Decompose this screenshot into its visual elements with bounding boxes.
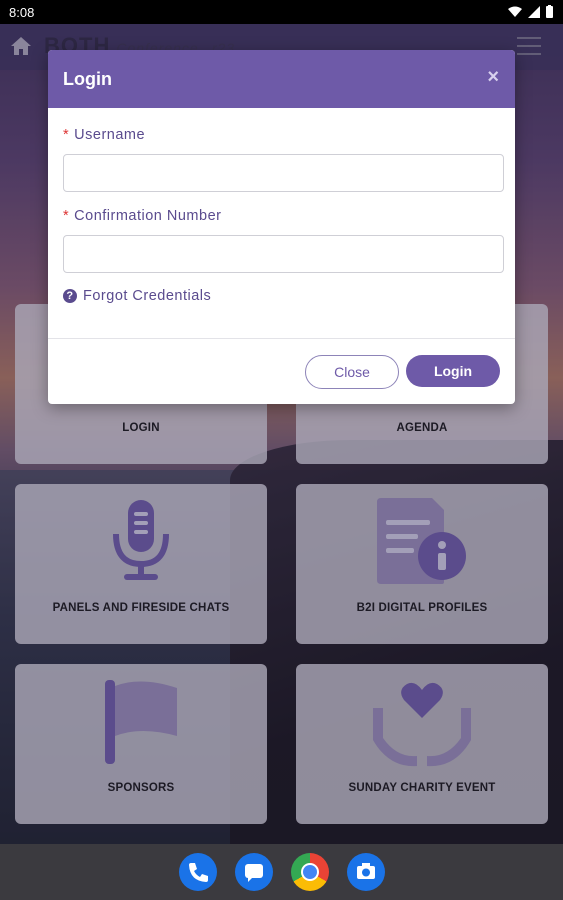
flag-icon [105,680,177,764]
username-input[interactable] [63,154,504,192]
confirmation-number-input[interactable] [63,235,504,273]
chrome-app-icon[interactable] [291,853,329,891]
battery-icon [546,5,553,18]
tile-label: PANELS AND FIRESIDE CHATS [52,602,230,614]
camera-app-icon[interactable] [347,853,385,891]
microphone-icon [113,500,169,580]
status-bar: 8:08 [0,0,563,24]
heart-hands-icon [373,682,471,767]
tile-sponsors[interactable]: SPONSORS [15,664,267,824]
close-icon[interactable]: × [487,66,499,89]
tile-panels[interactable]: PANELS AND FIRESIDE CHATS [15,484,267,644]
login-button[interactable]: Login [406,355,500,387]
username-label-text: Username [74,127,146,143]
tile-label: B2I DIGITAL PROFILES [356,602,488,614]
signal-icon [528,5,540,18]
required-mark: * [63,208,70,224]
question-circle-icon: ? [63,289,77,303]
forgot-credentials-link[interactable]: ? Forgot Credentials [63,288,211,304]
username-label: * Username [63,127,145,143]
dialog-divider [48,338,515,339]
android-dock [0,844,563,900]
status-icons [508,5,553,18]
tile-label: SPONSORS [107,782,175,794]
login-dialog: Login × * Username * Confirmation Number ?… [48,50,515,404]
wifi-icon [508,6,522,17]
tile-label: SUNDAY CHARITY EVENT [348,782,496,794]
document-info-icon [377,498,466,584]
confirmation-number-label: * Confirmation Number [63,208,221,224]
dialog-header: Login × [48,50,515,108]
forgot-credentials-text: Forgot Credentials [83,288,212,304]
messages-app-icon[interactable] [235,853,273,891]
status-time: 8:08 [9,5,35,20]
tile-label: LOGIN [122,422,160,434]
confirmation-number-label-text: Confirmation Number [74,208,222,224]
tile-charity-event[interactable]: SUNDAY CHARITY EVENT [296,664,548,824]
phone-app-icon[interactable] [179,853,217,891]
tile-label: AGENDA [396,422,448,434]
tile-b2i-profiles[interactable]: B2I DIGITAL PROFILES [296,484,548,644]
close-button[interactable]: Close [305,355,399,389]
required-mark: * [63,127,70,143]
dialog-title: Login [63,69,112,89]
